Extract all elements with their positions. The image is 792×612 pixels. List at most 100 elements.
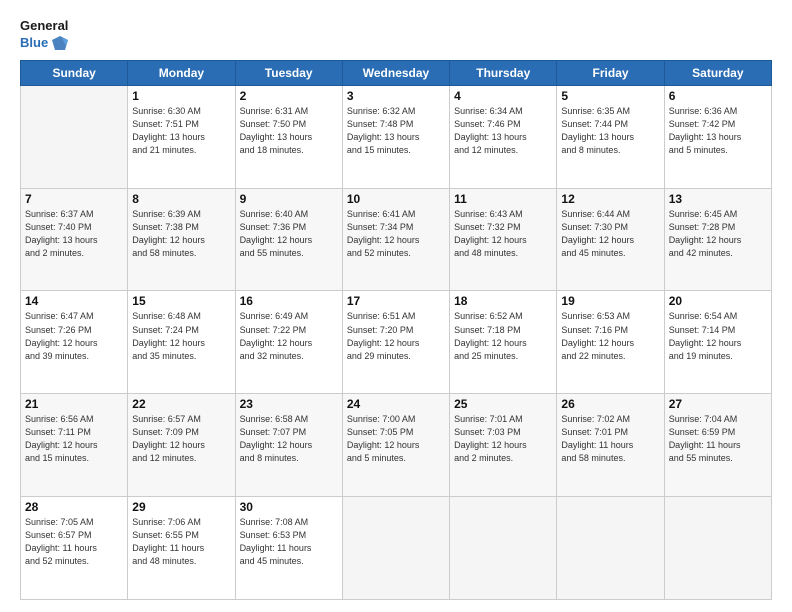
day-number: 29 xyxy=(132,500,230,514)
day-info: Sunrise: 6:37 AM Sunset: 7:40 PM Dayligh… xyxy=(25,208,123,260)
column-header-wednesday: Wednesday xyxy=(342,60,449,85)
day-number: 20 xyxy=(669,294,767,308)
calendar-cell: 6 Sunrise: 6:36 AM Sunset: 7:42 PM Daylig… xyxy=(664,85,771,188)
day-info: Sunrise: 6:52 AM Sunset: 7:18 PM Dayligh… xyxy=(454,310,552,362)
day-number: 23 xyxy=(240,397,338,411)
day-info: Sunrise: 6:45 AM Sunset: 7:28 PM Dayligh… xyxy=(669,208,767,260)
day-info: Sunrise: 6:48 AM Sunset: 7:24 PM Dayligh… xyxy=(132,310,230,362)
day-info: Sunrise: 6:47 AM Sunset: 7:26 PM Dayligh… xyxy=(25,310,123,362)
column-header-friday: Friday xyxy=(557,60,664,85)
day-info: Sunrise: 7:01 AM Sunset: 7:03 PM Dayligh… xyxy=(454,413,552,465)
calendar-cell: 23 Sunrise: 6:58 AM Sunset: 7:07 PM Dayli… xyxy=(235,394,342,497)
calendar-cell: 29 Sunrise: 7:06 AM Sunset: 6:55 PM Dayli… xyxy=(128,497,235,600)
calendar-cell: 12Sunrise: 6:44 AM Sunset: 7:30 PM Dayli… xyxy=(557,188,664,291)
day-info: Sunrise: 6:36 AM Sunset: 7:42 PM Dayligh… xyxy=(669,105,767,157)
day-info: Sunrise: 7:08 AM Sunset: 6:53 PM Dayligh… xyxy=(240,516,338,568)
calendar-cell: 9 Sunrise: 6:40 AM Sunset: 7:36 PM Daylig… xyxy=(235,188,342,291)
column-header-monday: Monday xyxy=(128,60,235,85)
calendar-cell: 27 Sunrise: 7:04 AM Sunset: 6:59 PM Dayli… xyxy=(664,394,771,497)
day-info: Sunrise: 6:51 AM Sunset: 7:20 PM Dayligh… xyxy=(347,310,445,362)
day-number: 5 xyxy=(561,89,659,103)
day-number: 13 xyxy=(669,192,767,206)
day-number: 17 xyxy=(347,294,445,308)
day-info: Sunrise: 6:58 AM Sunset: 7:07 PM Dayligh… xyxy=(240,413,338,465)
day-number: 4 xyxy=(454,89,552,103)
day-info: Sunrise: 7:02 AM Sunset: 7:01 PM Dayligh… xyxy=(561,413,659,465)
day-info: Sunrise: 6:53 AM Sunset: 7:16 PM Dayligh… xyxy=(561,310,659,362)
calendar-cell: 24 Sunrise: 7:00 AM Sunset: 7:05 PM Dayli… xyxy=(342,394,449,497)
calendar-cell: 30 Sunrise: 7:08 AM Sunset: 6:53 PM Dayli… xyxy=(235,497,342,600)
calendar-cell: 2 Sunrise: 6:31 AM Sunset: 7:50 PM Daylig… xyxy=(235,85,342,188)
calendar-cell xyxy=(664,497,771,600)
day-info: Sunrise: 6:31 AM Sunset: 7:50 PM Dayligh… xyxy=(240,105,338,157)
column-header-sunday: Sunday xyxy=(21,60,128,85)
calendar-table: SundayMondayTuesdayWednesdayThursdayFrid… xyxy=(20,60,772,600)
day-number: 12 xyxy=(561,192,659,206)
calendar-week-row: 1 Sunrise: 6:30 AM Sunset: 7:51 PM Daylig… xyxy=(21,85,772,188)
calendar-cell: 4 Sunrise: 6:34 AM Sunset: 7:46 PM Daylig… xyxy=(450,85,557,188)
column-header-saturday: Saturday xyxy=(664,60,771,85)
day-info: Sunrise: 6:56 AM Sunset: 7:11 PM Dayligh… xyxy=(25,413,123,465)
day-info: Sunrise: 6:54 AM Sunset: 7:14 PM Dayligh… xyxy=(669,310,767,362)
day-number: 2 xyxy=(240,89,338,103)
header: General Blue xyxy=(20,18,772,52)
day-number: 11 xyxy=(454,192,552,206)
calendar-cell: 7 Sunrise: 6:37 AM Sunset: 7:40 PM Daylig… xyxy=(21,188,128,291)
day-number: 22 xyxy=(132,397,230,411)
day-number: 27 xyxy=(669,397,767,411)
calendar-cell: 8 Sunrise: 6:39 AM Sunset: 7:38 PM Daylig… xyxy=(128,188,235,291)
calendar-cell: 22 Sunrise: 6:57 AM Sunset: 7:09 PM Dayli… xyxy=(128,394,235,497)
day-info: Sunrise: 6:40 AM Sunset: 7:36 PM Dayligh… xyxy=(240,208,338,260)
day-info: Sunrise: 6:57 AM Sunset: 7:09 PM Dayligh… xyxy=(132,413,230,465)
day-number: 28 xyxy=(25,500,123,514)
calendar-cell: 5Sunrise: 6:35 AM Sunset: 7:44 PM Daylig… xyxy=(557,85,664,188)
calendar-cell: 10Sunrise: 6:41 AM Sunset: 7:34 PM Dayli… xyxy=(342,188,449,291)
day-number: 7 xyxy=(25,192,123,206)
day-info: Sunrise: 6:39 AM Sunset: 7:38 PM Dayligh… xyxy=(132,208,230,260)
day-info: Sunrise: 6:49 AM Sunset: 7:22 PM Dayligh… xyxy=(240,310,338,362)
calendar-cell: 1 Sunrise: 6:30 AM Sunset: 7:51 PM Daylig… xyxy=(128,85,235,188)
day-number: 9 xyxy=(240,192,338,206)
day-info: Sunrise: 6:43 AM Sunset: 7:32 PM Dayligh… xyxy=(454,208,552,260)
calendar-cell: 11 Sunrise: 6:43 AM Sunset: 7:32 PM Dayli… xyxy=(450,188,557,291)
calendar-week-row: 21 Sunrise: 6:56 AM Sunset: 7:11 PM Dayli… xyxy=(21,394,772,497)
day-info: Sunrise: 7:04 AM Sunset: 6:59 PM Dayligh… xyxy=(669,413,767,465)
day-info: Sunrise: 6:34 AM Sunset: 7:46 PM Dayligh… xyxy=(454,105,552,157)
day-number: 6 xyxy=(669,89,767,103)
calendar-week-row: 28 Sunrise: 7:05 AM Sunset: 6:57 PM Dayli… xyxy=(21,497,772,600)
calendar-cell xyxy=(450,497,557,600)
calendar-cell: 3 Sunrise: 6:32 AM Sunset: 7:48 PM Daylig… xyxy=(342,85,449,188)
day-info: Sunrise: 7:00 AM Sunset: 7:05 PM Dayligh… xyxy=(347,413,445,465)
calendar-cell: 20 Sunrise: 6:54 AM Sunset: 7:14 PM Dayli… xyxy=(664,291,771,394)
day-number: 3 xyxy=(347,89,445,103)
calendar-cell xyxy=(21,85,128,188)
calendar-cell xyxy=(557,497,664,600)
calendar-cell: 15 Sunrise: 6:48 AM Sunset: 7:24 PM Dayli… xyxy=(128,291,235,394)
column-header-tuesday: Tuesday xyxy=(235,60,342,85)
calendar-cell: 25 Sunrise: 7:01 AM Sunset: 7:03 PM Dayli… xyxy=(450,394,557,497)
day-info: Sunrise: 7:05 AM Sunset: 6:57 PM Dayligh… xyxy=(25,516,123,568)
day-number: 14 xyxy=(25,294,123,308)
logo-text: General Blue xyxy=(20,18,68,52)
page: General Blue SundayMondayTuesdayWednesda… xyxy=(0,0,792,612)
day-number: 8 xyxy=(132,192,230,206)
calendar-cell: 21 Sunrise: 6:56 AM Sunset: 7:11 PM Dayli… xyxy=(21,394,128,497)
day-number: 30 xyxy=(240,500,338,514)
calendar-cell: 18 Sunrise: 6:52 AM Sunset: 7:18 PM Dayli… xyxy=(450,291,557,394)
calendar-cell: 17 Sunrise: 6:51 AM Sunset: 7:20 PM Dayli… xyxy=(342,291,449,394)
day-info: Sunrise: 6:30 AM Sunset: 7:51 PM Dayligh… xyxy=(132,105,230,157)
calendar-cell: 26 Sunrise: 7:02 AM Sunset: 7:01 PM Dayli… xyxy=(557,394,664,497)
calendar-cell xyxy=(342,497,449,600)
day-info: Sunrise: 6:32 AM Sunset: 7:48 PM Dayligh… xyxy=(347,105,445,157)
calendar-cell: 19Sunrise: 6:53 AM Sunset: 7:16 PM Dayli… xyxy=(557,291,664,394)
day-info: Sunrise: 7:06 AM Sunset: 6:55 PM Dayligh… xyxy=(132,516,230,568)
day-number: 15 xyxy=(132,294,230,308)
day-number: 24 xyxy=(347,397,445,411)
day-number: 1 xyxy=(132,89,230,103)
day-number: 18 xyxy=(454,294,552,308)
logo: General Blue xyxy=(20,18,68,52)
calendar-cell: 14 Sunrise: 6:47 AM Sunset: 7:26 PM Dayli… xyxy=(21,291,128,394)
day-number: 26 xyxy=(561,397,659,411)
day-number: 21 xyxy=(25,397,123,411)
day-number: 25 xyxy=(454,397,552,411)
